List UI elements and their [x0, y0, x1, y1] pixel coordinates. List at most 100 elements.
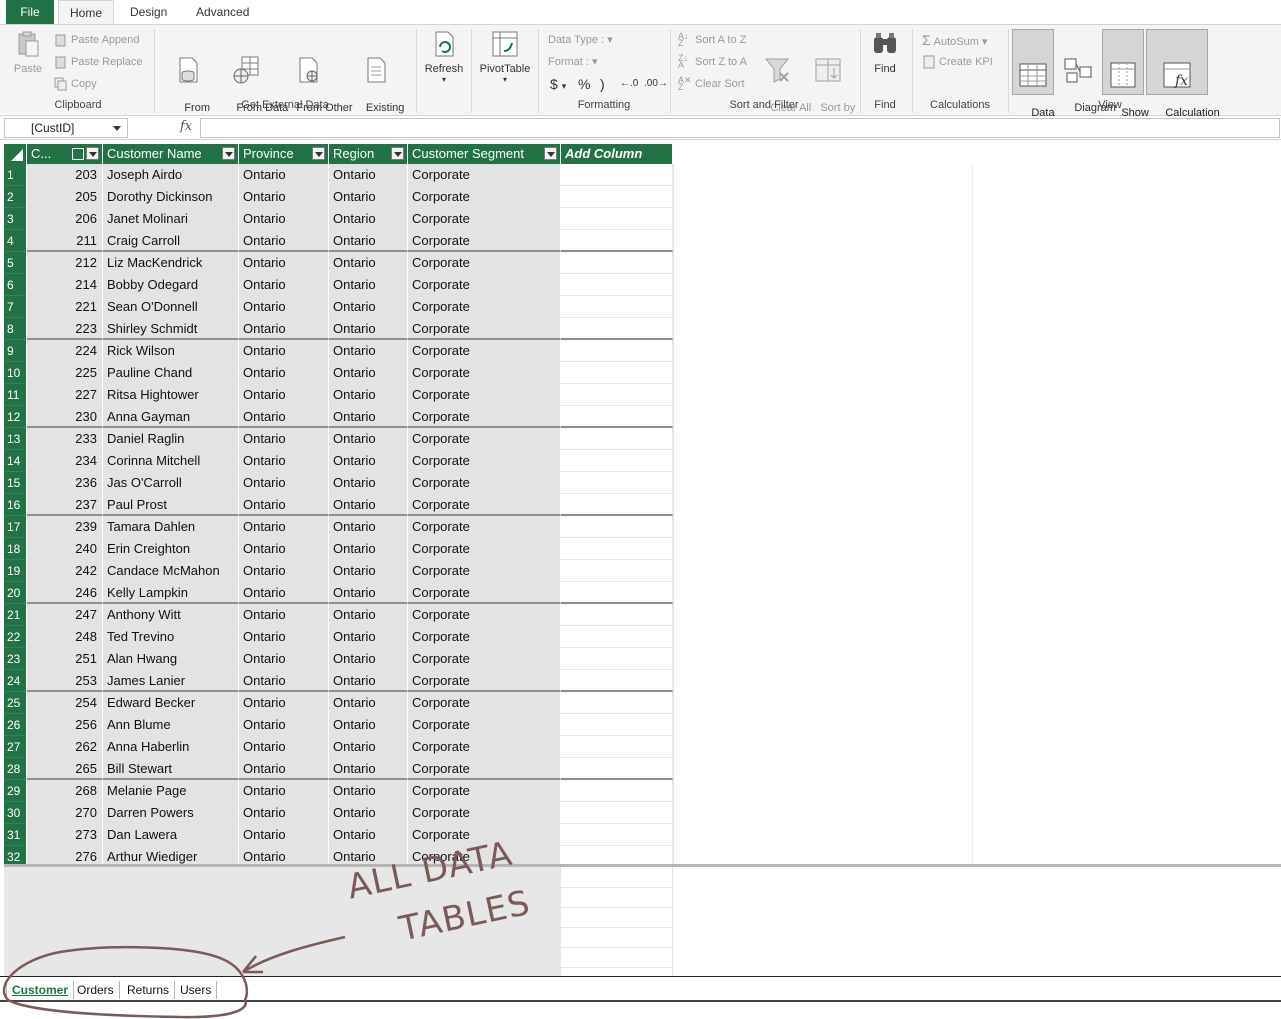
cell-custid[interactable]: 265: [27, 758, 103, 780]
cell-customer-segment[interactable]: Corporate: [408, 186, 561, 208]
cell-province[interactable]: Ontario: [239, 296, 329, 318]
cell-province[interactable]: Ontario: [239, 230, 329, 252]
row-number[interactable]: 2: [4, 186, 26, 208]
cell-custid[interactable]: 242: [27, 560, 103, 582]
filter-dropdown-icon[interactable]: [544, 147, 557, 160]
cell-region[interactable]: Ontario: [329, 428, 408, 450]
row-number[interactable]: 12: [4, 406, 26, 428]
cell-customer-segment[interactable]: Corporate: [408, 318, 561, 340]
cell-custid[interactable]: 227: [27, 384, 103, 406]
select-all-corner[interactable]: [4, 144, 26, 164]
cell-province[interactable]: Ontario: [239, 362, 329, 384]
cell-add-column[interactable]: [561, 186, 673, 208]
cell-province[interactable]: Ontario: [239, 670, 329, 692]
currency-button[interactable]: $ ▾: [550, 76, 566, 94]
tab-design[interactable]: Design: [120, 0, 177, 24]
column-header-customer-segment[interactable]: Customer Segment: [408, 144, 561, 164]
cell-custid[interactable]: 246: [27, 582, 103, 604]
sheet-tab-users[interactable]: Users: [175, 981, 218, 999]
row-number[interactable]: 8: [4, 318, 26, 340]
cell-add-column[interactable]: [561, 208, 673, 230]
show-hidden-button[interactable]: Show Hidden: [1102, 29, 1149, 132]
cell-custid[interactable]: 239: [27, 516, 103, 538]
column-header-customer-name[interactable]: Customer Name: [103, 144, 239, 164]
filter-dropdown-icon[interactable]: [86, 147, 99, 160]
cell-region[interactable]: Ontario: [329, 604, 408, 626]
cell-province[interactable]: Ontario: [239, 450, 329, 472]
calculation-area-add-column[interactable]: [561, 867, 673, 976]
cell-add-column[interactable]: [561, 560, 673, 582]
cell-custid[interactable]: 212: [27, 252, 103, 274]
row-number[interactable]: 5: [4, 252, 26, 274]
cell-customer-segment[interactable]: Corporate: [408, 164, 561, 186]
cell-custid[interactable]: 234: [27, 450, 103, 472]
cell-region[interactable]: Ontario: [329, 538, 408, 560]
cell-custid[interactable]: 221: [27, 296, 103, 318]
cell-customer-name[interactable]: Jas O'Carroll: [103, 472, 239, 494]
cell-custid[interactable]: 205: [27, 186, 103, 208]
cell-customer-name[interactable]: Joseph Airdo: [103, 164, 239, 186]
cell-province[interactable]: Ontario: [239, 802, 329, 824]
row-number[interactable]: 17: [4, 516, 26, 538]
pivottable-button[interactable]: PivotTable ▾: [476, 27, 534, 84]
cell-province[interactable]: Ontario: [239, 274, 329, 296]
cell-customer-segment[interactable]: Corporate: [408, 626, 561, 648]
cell-custid[interactable]: 225: [27, 362, 103, 384]
cell-add-column[interactable]: [561, 648, 673, 670]
row-number[interactable]: 24: [4, 670, 26, 692]
cell-customer-name[interactable]: Sean O'Donnell: [103, 296, 239, 318]
cell-add-column[interactable]: [561, 318, 673, 340]
cell-custid[interactable]: 211: [27, 230, 103, 252]
cell-customer-name[interactable]: Paul Prost: [103, 494, 239, 516]
cell-region[interactable]: Ontario: [329, 230, 408, 252]
add-column-header[interactable]: Add Column: [561, 144, 673, 164]
cell-province[interactable]: Ontario: [239, 560, 329, 582]
cell-add-column[interactable]: [561, 670, 673, 692]
cell-customer-name[interactable]: Melanie Page: [103, 780, 239, 802]
cell-customer-segment[interactable]: Corporate: [408, 230, 561, 252]
cell-region[interactable]: Ontario: [329, 560, 408, 582]
cell-add-column[interactable]: [561, 626, 673, 648]
row-number[interactable]: 19: [4, 560, 26, 582]
create-kpi-button[interactable]: Create KPI: [922, 54, 993, 70]
cell-add-column[interactable]: [561, 758, 673, 780]
cell-add-column[interactable]: [561, 340, 673, 362]
cell-customer-name[interactable]: James Lanier: [103, 670, 239, 692]
sheet-tab-returns[interactable]: Returns: [122, 981, 176, 999]
cell-add-column[interactable]: [561, 824, 673, 846]
cell-province[interactable]: Ontario: [239, 472, 329, 494]
cell-custid[interactable]: 256: [27, 714, 103, 736]
cell-region[interactable]: Ontario: [329, 318, 408, 340]
increase-decimal-button[interactable]: ←.0: [620, 76, 638, 92]
cell-customer-segment[interactable]: Corporate: [408, 450, 561, 472]
cell-add-column[interactable]: [561, 714, 673, 736]
cell-province[interactable]: Ontario: [239, 406, 329, 428]
cell-customer-name[interactable]: Pauline Chand: [103, 362, 239, 384]
cell-customer-segment[interactable]: Corporate: [408, 208, 561, 230]
cell-region[interactable]: Ontario: [329, 692, 408, 714]
cell-custid[interactable]: 268: [27, 780, 103, 802]
row-number[interactable]: 10: [4, 362, 26, 384]
cell-province[interactable]: Ontario: [239, 252, 329, 274]
cell-region[interactable]: Ontario: [329, 340, 408, 362]
copy-button[interactable]: Copy: [54, 76, 97, 92]
cell-add-column[interactable]: [561, 406, 673, 428]
clear-sort-button[interactable]: A✕ Z Clear Sort: [678, 76, 745, 92]
cell-add-column[interactable]: [561, 604, 673, 626]
row-number[interactable]: 22: [4, 626, 26, 648]
cell-province[interactable]: Ontario: [239, 692, 329, 714]
cell-region[interactable]: Ontario: [329, 758, 408, 780]
cell-customer-segment[interactable]: Corporate: [408, 494, 561, 516]
cell-add-column[interactable]: [561, 428, 673, 450]
cell-region[interactable]: Ontario: [329, 802, 408, 824]
cell-add-column[interactable]: [561, 736, 673, 758]
cell-add-column[interactable]: [561, 274, 673, 296]
cell-custid[interactable]: 273: [27, 824, 103, 846]
row-number[interactable]: 14: [4, 450, 26, 472]
cell-province[interactable]: Ontario: [239, 164, 329, 186]
cell-custid[interactable]: 251: [27, 648, 103, 670]
cell-customer-name[interactable]: Dan Lawera: [103, 824, 239, 846]
cell-customer-segment[interactable]: Corporate: [408, 758, 561, 780]
cell-custid[interactable]: 224: [27, 340, 103, 362]
cell-customer-name[interactable]: Bobby Odegard: [103, 274, 239, 296]
